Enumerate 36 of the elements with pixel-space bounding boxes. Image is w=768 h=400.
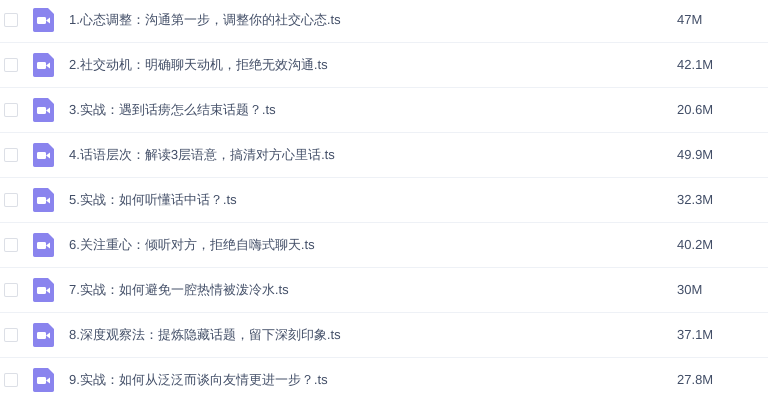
video-file-icon bbox=[33, 233, 54, 257]
file-name[interactable]: 1.心态调整：沟通第一步，调整你的社交心态.ts bbox=[69, 10, 669, 30]
video-file-icon bbox=[33, 368, 54, 392]
video-file-icon bbox=[33, 188, 54, 212]
file-name[interactable]: 2.社交动机：明确聊天动机，拒绝无效沟通.ts bbox=[69, 55, 669, 75]
file-size: 27.8M bbox=[677, 371, 714, 390]
file-name[interactable]: 8.深度观察法：提炼隐藏话题，留下深刻印象.ts bbox=[69, 325, 669, 345]
file-size: 42.1M bbox=[677, 56, 714, 74]
video-file-icon bbox=[33, 323, 54, 347]
file-size: 32.3M bbox=[677, 191, 714, 210]
file-size: 49.9M bbox=[677, 146, 714, 164]
file-size: 20.6M bbox=[677, 101, 714, 120]
video-file-icon bbox=[33, 53, 54, 77]
file-name[interactable]: 4.话语层次：解读3层语意，搞清对方心里话.ts bbox=[69, 145, 669, 165]
checkbox[interactable] bbox=[4, 148, 18, 162]
video-file-icon bbox=[33, 98, 54, 122]
checkbox[interactable] bbox=[4, 373, 18, 387]
file-name[interactable]: 7.实战：如何避免一腔热情被泼冷水.ts bbox=[69, 280, 669, 300]
file-size: 47M bbox=[677, 11, 702, 30]
checkbox[interactable] bbox=[4, 283, 18, 297]
file-size: 30M bbox=[677, 281, 702, 300]
checkbox[interactable] bbox=[4, 193, 18, 207]
file-name[interactable]: 5.实战：如何听懂话中话？.ts bbox=[69, 190, 669, 210]
file-name[interactable]: 3.实战：遇到话痨怎么结束话题？.ts bbox=[69, 100, 669, 120]
checkbox[interactable] bbox=[4, 238, 18, 252]
video-file-icon bbox=[33, 143, 54, 167]
file-name[interactable]: 6.关注重心：倾听对方，拒绝自嗨式聊天.ts bbox=[69, 235, 669, 255]
checkbox[interactable] bbox=[4, 13, 18, 27]
file-size: 40.2M bbox=[677, 236, 714, 254]
video-file-icon bbox=[33, 278, 54, 302]
checkbox[interactable] bbox=[4, 58, 18, 72]
checkbox[interactable] bbox=[4, 103, 18, 117]
file-name[interactable]: 9.实战：如何从泛泛而谈向友情更进一步？.ts bbox=[69, 370, 669, 390]
file-size: 37.1M bbox=[677, 326, 714, 344]
video-file-icon bbox=[33, 8, 54, 32]
checkbox[interactable] bbox=[4, 328, 18, 342]
